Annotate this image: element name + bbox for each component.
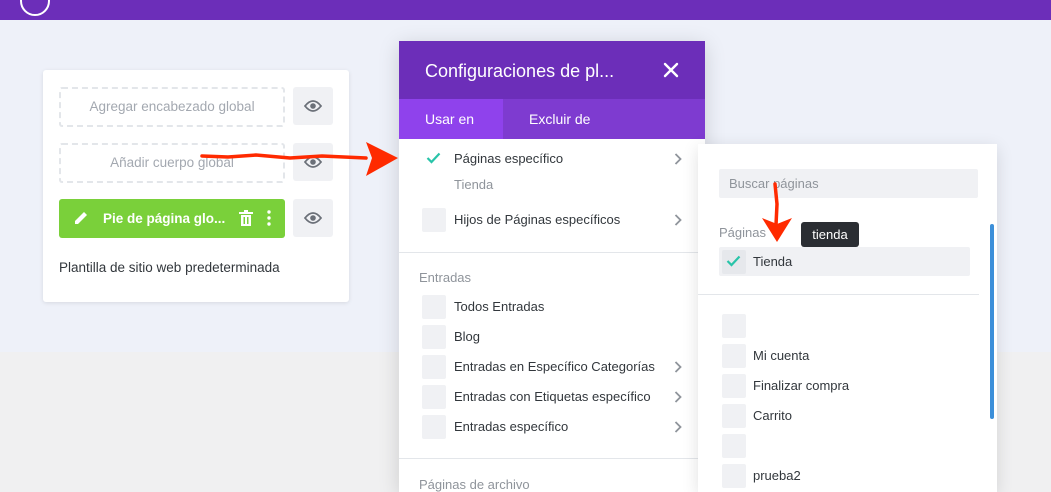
check-icon [426,152,441,164]
global-body-slot[interactable]: Añadir cuerpo global [59,143,285,183]
checkbox[interactable] [722,404,746,428]
page-item[interactable]: Carrito [719,401,979,431]
checkbox[interactable] [422,385,446,409]
chevron-right-icon[interactable] [674,214,682,226]
template-name: Plantilla de sitio web predeterminada [59,260,280,275]
section-title-posts: Entradas [419,270,472,285]
pencil-icon[interactable] [72,209,90,227]
chevron-right-icon[interactable] [674,153,682,165]
search-pages-input[interactable] [719,169,978,198]
option-specific-posts[interactable]: Entradas específico [399,412,705,442]
page-item[interactable]: Mi cuenta [719,341,979,371]
checkbox[interactable] [722,464,746,488]
selected-page-summary: Tienda [454,177,494,192]
option-label: Entradas con Etiquetas específico [454,389,651,404]
section-divider [399,458,705,459]
checkbox[interactable] [722,314,746,338]
chevron-right-icon[interactable] [674,391,682,403]
option-all-posts[interactable]: Todos Entradas [399,292,705,322]
trash-icon[interactable] [239,210,253,226]
scrollbar[interactable] [990,224,994,419]
eye-icon [304,100,322,112]
eye-icon [304,212,322,224]
template-card: Agregar encabezado global Añadir cuerpo … [43,70,349,302]
option-label: Entradas en Específico Categorías [454,359,655,374]
chevron-right-icon[interactable] [674,361,682,373]
footer-slot-label: Pie de página glo... [103,211,226,226]
tab-exclude-from[interactable]: Excluir de [529,99,590,139]
page-label: prueba2 [753,468,801,483]
modal-tabs: Usar en Excluir de [399,99,705,139]
checkbox[interactable] [722,344,746,368]
option-label: Todos Entradas [454,299,545,314]
selected-page-item[interactable]: Tienda [719,247,970,276]
pages-section-title: Páginas [719,225,766,240]
option-blog[interactable]: Blog [399,322,705,352]
checkbox[interactable] [722,250,746,274]
page-label: Carrito [753,408,793,423]
tab-use-on[interactable]: Usar en [399,99,503,139]
template-settings-modal: Configuraciones de pl... Usar en Excluir… [399,41,705,492]
check-icon [726,255,741,267]
close-icon[interactable] [662,61,680,79]
tooltip: tienda [801,222,859,252]
page-label: Mi cuenta [753,348,810,363]
option-posts-categories[interactable]: Entradas en Específico Categorías [399,352,705,382]
option-child-pages[interactable]: Hijos de Páginas específicos [399,205,705,235]
checkbox[interactable] [422,208,446,232]
section-divider [399,252,705,253]
global-footer-slot[interactable]: Pie de página glo... [59,199,285,238]
option-specific-pages[interactable]: Páginas específico [399,144,705,174]
eye-icon [304,156,322,168]
option-label: Blog [454,329,481,344]
page-item[interactable] [719,431,979,461]
page-label: Finalizar compra [753,378,850,393]
header-visibility-button[interactable] [293,87,333,125]
section-title-archive-pages: Páginas de archivo [419,477,530,492]
more-vertical-icon[interactable] [266,210,272,226]
chevron-right-icon[interactable] [674,421,682,433]
modal-title: Configuraciones de pl... [425,61,615,81]
global-header-slot[interactable]: Agregar encabezado global [59,87,285,127]
list-divider [698,294,979,295]
checkbox[interactable] [422,147,446,171]
logo-icon[interactable] [20,0,50,16]
checkbox[interactable] [422,295,446,319]
option-label: Entradas específico [454,419,569,434]
footer-visibility-button[interactable] [293,199,333,237]
checkbox[interactable] [722,434,746,458]
page-label: Tienda [753,254,793,269]
checkbox[interactable] [722,374,746,398]
checkbox[interactable] [422,415,446,439]
checkbox[interactable] [422,325,446,349]
option-label: Páginas específico [454,151,564,166]
page-item[interactable]: Finalizar compra [719,371,979,401]
page-item[interactable]: prueba2 [719,461,979,491]
top-bar [0,0,1051,20]
option-posts-tags[interactable]: Entradas con Etiquetas específico [399,382,705,412]
modal-header: Configuraciones de pl... [399,41,705,99]
pages-picker-panel: Páginas tienda Tienda Mi cuenta Finaliza… [698,144,997,492]
page-item[interactable] [719,311,979,341]
checkbox[interactable] [422,355,446,379]
option-label: Hijos de Páginas específicos [454,212,621,227]
body-visibility-button[interactable] [293,143,333,181]
